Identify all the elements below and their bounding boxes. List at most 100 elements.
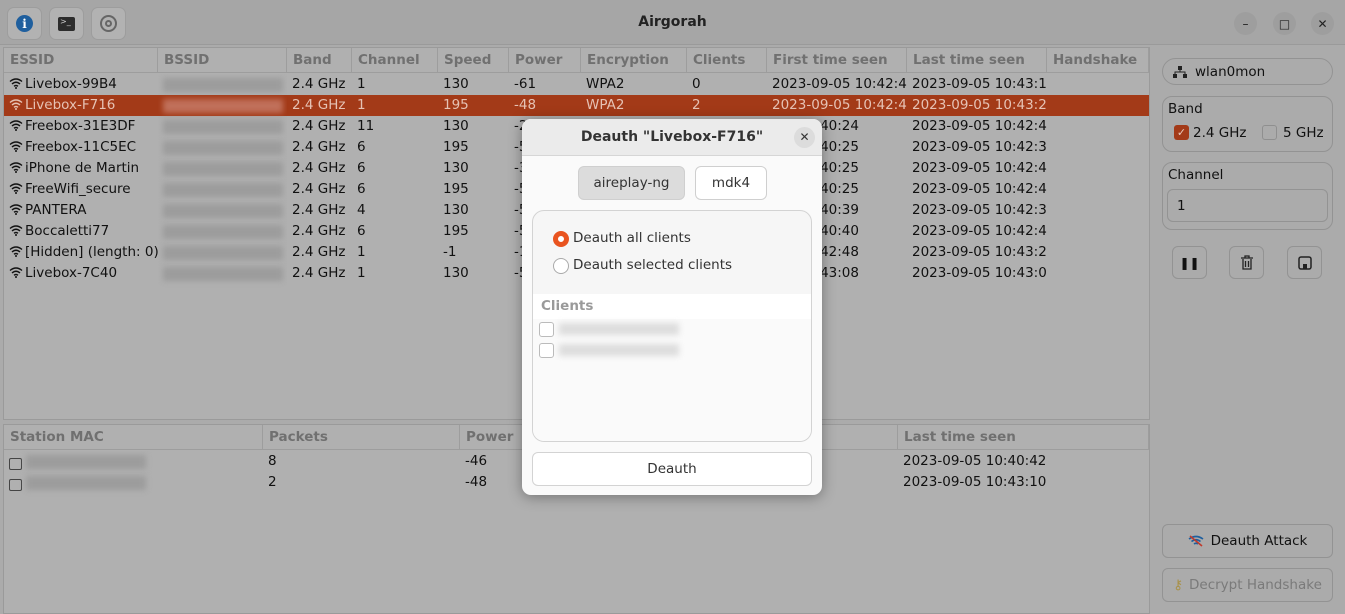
- essid-cell: Livebox-99B4: [4, 74, 158, 95]
- interface-selector[interactable]: wlan0mon: [1162, 58, 1333, 85]
- maximize-button[interactable]: □: [1273, 12, 1296, 35]
- window-title: Airgorah: [638, 14, 707, 30]
- tab-mdk4[interactable]: mdk4: [695, 166, 767, 200]
- channel-input[interactable]: 1: [1167, 189, 1328, 222]
- channel-cell: 1: [357, 97, 366, 113]
- essid-text: iPhone de Martin: [25, 160, 140, 176]
- essid-text: Freebox-11C5EC: [25, 139, 137, 155]
- essid-cell: FreeWifi_secure: [4, 179, 158, 200]
- deauth-attack-label: Deauth Attack: [1210, 533, 1308, 549]
- clear-button[interactable]: [1229, 246, 1264, 279]
- wifi-icon: [9, 162, 23, 173]
- essid-cell: PANTERA: [4, 200, 158, 221]
- speed-cell: 130: [443, 265, 469, 281]
- essid-text: [Hidden] (length: 0): [25, 244, 158, 260]
- column-header[interactable]: BSSID: [158, 48, 287, 73]
- channel-cell: 11: [357, 118, 375, 134]
- packets-cell: 8: [268, 453, 277, 469]
- save-button[interactable]: [1287, 246, 1322, 279]
- tab-aireplay-ng[interactable]: aireplay-ng: [578, 166, 685, 200]
- band-cell: 2.4 GHz: [292, 202, 346, 218]
- essid-cell: Livebox-7C40: [4, 263, 158, 284]
- band-cell: 2.4 GHz: [292, 97, 346, 113]
- column-header[interactable]: Last time seen: [907, 48, 1047, 73]
- deauth-all-label: Deauth all clients: [573, 230, 691, 246]
- channel-cell: 4: [357, 202, 366, 218]
- power-cell: -46: [465, 453, 488, 469]
- essid-text: PANTERA: [25, 202, 87, 218]
- wifi-icon: [9, 204, 23, 215]
- station-mac-blurred: [4, 472, 263, 497]
- ap-row[interactable]: Livebox-F716 2.4 GHz 1 195 -48 WPA2 2 2023-09-0…: [4, 95, 1149, 116]
- column-header[interactable]: Handshake: [1047, 48, 1149, 73]
- close-button[interactable]: ✕: [1311, 12, 1334, 35]
- essid-text: Livebox-F716: [25, 97, 116, 113]
- essid-cell: Freebox-31E3DF: [4, 116, 158, 137]
- client-checkbox[interactable]: [539, 322, 554, 337]
- essid-cell: Livebox-F716: [4, 95, 158, 116]
- column-header[interactable]: Clients: [687, 48, 767, 73]
- encryption-cell: WPA2: [586, 97, 625, 113]
- wifi-icon: [9, 120, 23, 131]
- clients-list: [533, 319, 811, 441]
- last-cell: 2023-09-05 10:43:08: [912, 265, 1047, 281]
- deauth-all-radio[interactable]: [553, 231, 569, 247]
- computer-icon: [9, 479, 22, 491]
- deauth-attack-button[interactable]: Deauth Attack: [1162, 524, 1333, 558]
- interface-name: wlan0mon: [1195, 63, 1266, 80]
- last-cell: 2023-09-05 10:42:36: [912, 139, 1047, 155]
- speed-cell: -1: [443, 244, 457, 260]
- title-bar: i >_ Airgorah – □ ✕: [0, 0, 1345, 45]
- packets-cell: 2: [268, 474, 277, 490]
- ap-row[interactable]: Livebox-99B4 2.4 GHz 1 130 -61 WPA2 0 2023-09-0…: [4, 74, 1149, 95]
- channel-cell: 6: [357, 139, 366, 155]
- essid-cell: iPhone de Martin: [4, 158, 158, 179]
- first-cell: 2023-09-05 10:42:47: [772, 97, 907, 113]
- clients-cell: 2: [692, 97, 701, 113]
- column-header[interactable]: Station MAC: [4, 425, 263, 450]
- decrypt-handshake-button[interactable]: ⚷ Decrypt Handshake: [1162, 568, 1333, 602]
- deauth-button[interactable]: Deauth: [532, 452, 812, 486]
- wifi-icon: [9, 99, 23, 110]
- channel-cell: 6: [357, 181, 366, 197]
- last-cell: 2023-09-05 10:43:25: [912, 97, 1047, 113]
- column-header[interactable]: Power: [509, 48, 581, 73]
- essid-text: Livebox-99B4: [25, 76, 117, 92]
- speed-cell: 130: [443, 202, 469, 218]
- client-checkbox[interactable]: [539, 343, 554, 358]
- pause-button[interactable]: ❚❚: [1172, 246, 1207, 279]
- band-cell: 2.4 GHz: [292, 76, 346, 92]
- column-header[interactable]: Encryption: [581, 48, 687, 73]
- column-header[interactable]: ESSID: [4, 48, 158, 73]
- key-icon: ⚷: [1173, 577, 1183, 593]
- minimize-button[interactable]: –: [1234, 12, 1257, 35]
- column-header[interactable]: Speed: [438, 48, 509, 73]
- computer-icon: [9, 458, 22, 470]
- column-header[interactable]: Band: [287, 48, 352, 73]
- band-5-checkbox[interactable]: [1262, 125, 1277, 140]
- wifi-off-icon: [1188, 535, 1204, 547]
- band-cell: 2.4 GHz: [292, 244, 346, 260]
- trash-icon: [1240, 255, 1253, 270]
- wifi-icon: [9, 78, 23, 89]
- band-cell: 2.4 GHz: [292, 160, 346, 176]
- column-header[interactable]: Last time seen: [898, 425, 1149, 450]
- channel-cell: 1: [357, 76, 366, 92]
- deauth-selected-label: Deauth selected clients: [573, 257, 733, 273]
- channel-cell: 6: [357, 223, 366, 239]
- column-header[interactable]: Channel: [352, 48, 438, 73]
- dialog-close-button[interactable]: ✕: [794, 127, 815, 148]
- essid-text: Boccaletti77: [25, 223, 110, 239]
- last-cell: 2023-09-05 10:43:19: [912, 76, 1047, 92]
- essid-text: Livebox-7C40: [25, 265, 118, 281]
- channel-group: Channel 1: [1162, 162, 1333, 230]
- band-group: Band ✓ 2.4 GHz 5 GHz: [1162, 96, 1333, 152]
- band-24-checkbox[interactable]: ✓: [1174, 125, 1189, 140]
- deauth-selected-radio[interactable]: [553, 258, 569, 274]
- last-cell: 2023-09-05 10:43:22: [912, 244, 1047, 260]
- channel-cell: 1: [357, 265, 366, 281]
- power-cell: -48: [514, 97, 537, 113]
- column-header[interactable]: Packets: [263, 425, 460, 450]
- first-cell: 2023-09-05 10:42:48: [772, 76, 907, 92]
- column-header[interactable]: First time seen: [767, 48, 907, 73]
